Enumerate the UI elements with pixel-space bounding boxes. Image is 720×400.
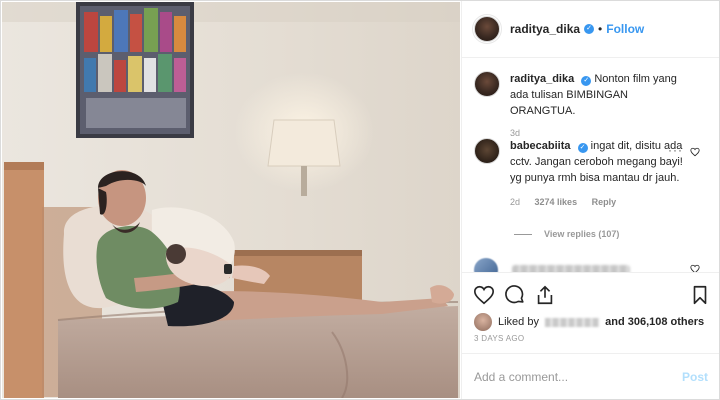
verified-badge-icon: ✓: [581, 76, 592, 86]
heart-outline-icon[interactable]: [690, 264, 700, 272]
caption-age: 3d: [510, 128, 521, 138]
header-separator: •: [598, 21, 603, 36]
add-comment-input[interactable]: [474, 370, 682, 384]
verified-badge-icon: ✓: [584, 23, 595, 34]
author-avatar[interactable]: [474, 15, 500, 42]
comment-meta: 2d 3274 likes Reply: [510, 194, 688, 210]
commenter-avatar[interactable]: [474, 138, 500, 164]
post-header: raditya_dika ✓ • Follow: [462, 0, 720, 58]
caption-row: raditya_dika ✓ Nonton film yang ada tuli…: [474, 71, 688, 141]
likes-summary[interactable]: Liked by and 306,108 others: [474, 313, 704, 331]
comment-bubble-icon: [505, 285, 524, 304]
view-replies-label: View replies (107): [544, 229, 620, 239]
comment-composer: Post: [462, 353, 720, 400]
comment-row: babecabiita ✓ ingat dit, disitu ada cctv…: [474, 138, 688, 210]
post-photo[interactable]: [2, 2, 460, 398]
comment-likes[interactable]: 3274 likes: [535, 197, 578, 207]
follow-button[interactable]: Follow: [606, 22, 644, 36]
instagram-post: raditya_dika ✓ • Follow raditya_dika ✓ N…: [0, 0, 720, 400]
blurred-comment-text: [512, 265, 630, 272]
more-dots-icon[interactable]: ···: [668, 143, 683, 157]
blurred-avatar: [474, 258, 498, 272]
post-timestamp: 3 DAYS AGO: [474, 334, 525, 343]
post-comment-button[interactable]: Post: [682, 370, 708, 384]
blurred-comment-row: [474, 258, 630, 272]
heart-outline-icon: [474, 285, 494, 305]
share-button[interactable]: [533, 283, 557, 307]
like-button[interactable]: [472, 283, 496, 307]
caption-author-avatar[interactable]: [474, 71, 500, 97]
likes-suffix[interactable]: and 306,108 others: [605, 316, 704, 328]
blurred-liker-name: [545, 317, 600, 327]
comment-body: babecabiita ✓ ingat dit, disitu ada cctv…: [510, 138, 688, 210]
comments-list[interactable]: raditya_dika ✓ Nonton film yang ada tuli…: [462, 59, 720, 272]
caption-username[interactable]: raditya_dika: [510, 73, 574, 85]
caption-body: raditya_dika ✓ Nonton film yang ada tuli…: [510, 71, 688, 141]
heart-outline-icon[interactable]: [690, 147, 700, 160]
post-actions: Liked by and 306,108 others 3 DAYS AGO: [462, 272, 720, 344]
photo-illustration: [2, 2, 460, 398]
liker-avatar: [474, 313, 492, 331]
likes-prefix: Liked by: [498, 316, 539, 328]
verified-badge-icon: ✓: [577, 143, 588, 153]
author-username[interactable]: raditya_dika: [510, 22, 580, 36]
view-replies-button[interactable]: View replies (107): [514, 229, 619, 239]
comment-reply-button[interactable]: Reply: [592, 197, 617, 207]
bookmark-icon: [693, 285, 707, 305]
save-button[interactable]: [688, 283, 712, 307]
comment-button[interactable]: [503, 283, 527, 307]
post-side-panel: raditya_dika ✓ • Follow raditya_dika ✓ N…: [461, 0, 720, 400]
comment-age: 2d: [510, 197, 521, 207]
comment-username[interactable]: babecabiita: [510, 140, 571, 152]
share-upload-icon: [537, 285, 553, 305]
likes-text: Liked by and 306,108 others: [498, 316, 704, 328]
replies-divider: [514, 233, 532, 235]
